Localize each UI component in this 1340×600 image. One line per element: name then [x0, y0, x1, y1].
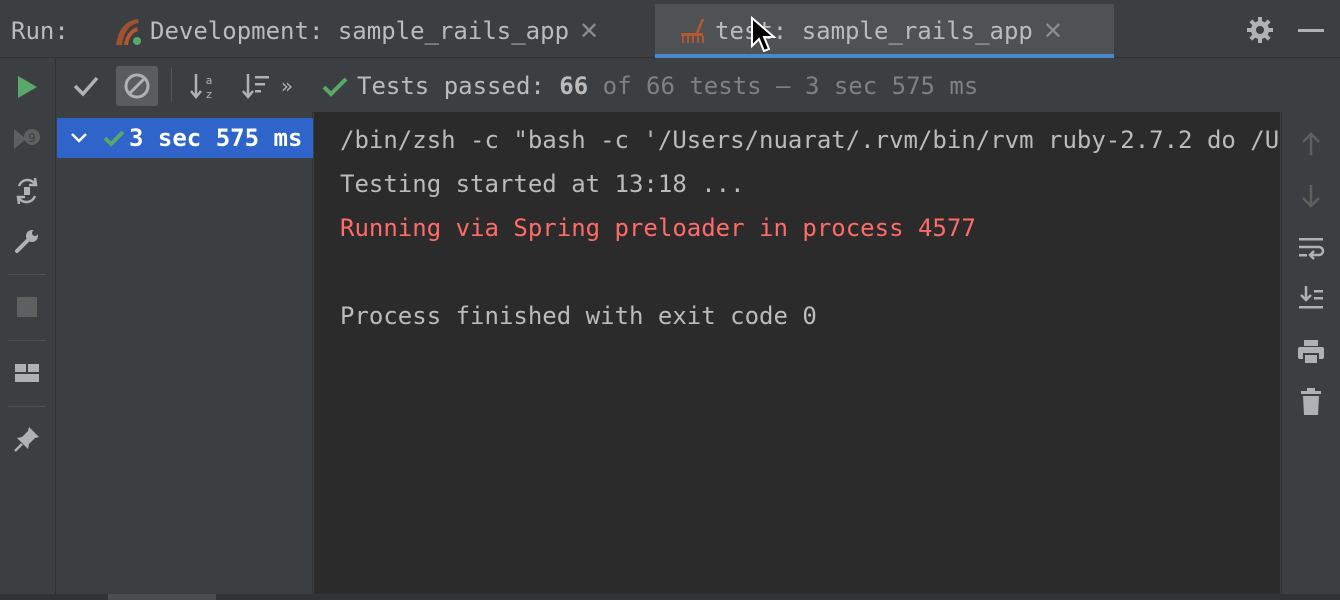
gear-icon[interactable] [1244, 14, 1276, 46]
console-line: /bin/zsh -c "bash -c '/Users/nuarat/.rvm… [340, 126, 1280, 154]
auto-rerun-icon [16, 177, 38, 205]
console-output[interactable]: /bin/zsh -c "bash -c '/Users/nuarat/.rvm… [314, 112, 1280, 600]
wrench-icon [15, 230, 38, 253]
pin-icon [14, 427, 39, 452]
toolbar-divider [8, 340, 46, 341]
ignored-icon [124, 73, 150, 99]
status-passed-label: Tests passed: [357, 72, 560, 100]
test-status: Tests passed: 66 of 66 tests – 3 sec 575… [357, 72, 978, 100]
tree-root-node[interactable]: 3 sec 575 ms [57, 118, 313, 158]
tab-development[interactable]: Development: sample_rails_app ✕ [108, 4, 654, 58]
print-icon [1298, 340, 1324, 365]
scroll-to-end-button[interactable] [1295, 282, 1327, 314]
console-line: Process finished with exit code 0 [340, 302, 817, 330]
console-line-error: Running via Spring preloader in process … [340, 214, 976, 242]
sort-alpha-icon: a z [190, 74, 213, 101]
chevron-down-icon[interactable] [69, 131, 89, 145]
test-toolbar: a z » Tests passed: 66 of 66 tests – 3 s… [57, 58, 1340, 112]
stop-button[interactable] [10, 290, 44, 324]
scroll-to-end-icon [1299, 286, 1323, 309]
trash-icon [1301, 388, 1321, 415]
stop-icon [17, 297, 37, 317]
check-icon [73, 76, 99, 97]
rerun-failed-icon: 9 [14, 129, 40, 149]
run-label: Run: [11, 17, 69, 45]
rerun-failed-button[interactable]: 9 [10, 122, 44, 156]
pin-tab-button[interactable] [10, 422, 44, 456]
passed-check-icon [103, 130, 125, 147]
print-button[interactable] [1295, 336, 1327, 368]
test-tree: 3 sec 575 ms [57, 112, 313, 600]
scrollbar-thumb[interactable] [108, 594, 216, 600]
more-actions-button[interactable]: » [273, 66, 301, 106]
status-summary: of 66 tests – 3 sec 575 ms [588, 72, 979, 100]
arrow-down-icon [1302, 185, 1320, 208]
bottom-scrollbar[interactable] [0, 594, 1340, 600]
tab-test[interactable]: test: sample_rails_app ✕ [655, 4, 1114, 58]
minimize-icon[interactable] [1298, 29, 1324, 32]
close-icon[interactable]: ✕ [579, 17, 599, 45]
sort-duration-icon [242, 74, 269, 99]
console-line: Testing started at 13:18 ... [340, 170, 745, 198]
tab-label: Development: sample_rails_app [150, 17, 570, 45]
previous-occurrence-button[interactable] [1295, 128, 1327, 160]
rails-icon [116, 19, 141, 45]
soft-wrap-button[interactable] [1295, 232, 1327, 264]
toolbar-divider [8, 274, 46, 275]
rerun-button[interactable] [10, 70, 44, 104]
chevron-right-double-icon: » [280, 74, 294, 98]
edit-configuration-button[interactable] [10, 224, 44, 258]
toggle-auto-test-button[interactable] [10, 174, 44, 208]
show-passed-button[interactable] [65, 66, 107, 106]
clear-all-button[interactable] [1295, 386, 1327, 418]
tree-root-label: 3 sec 575 ms [129, 124, 303, 152]
rake-icon [681, 18, 705, 43]
restore-layout-button[interactable] [10, 356, 44, 390]
next-occurrence-button[interactable] [1295, 180, 1327, 212]
left-toolbar: 9 [0, 58, 56, 600]
play-icon [18, 76, 37, 98]
show-ignored-button[interactable] [116, 66, 158, 106]
sort-alphabetically-button[interactable]: a z [183, 66, 225, 106]
toolbar-divider [171, 68, 172, 102]
layout-icon [15, 364, 39, 382]
arrow-up-icon [1302, 132, 1320, 155]
right-toolbar [1281, 112, 1340, 600]
soft-wrap-icon [1299, 238, 1325, 260]
passed-check-icon [322, 77, 348, 97]
sort-by-duration-button[interactable] [235, 66, 277, 106]
close-icon[interactable]: ✕ [1043, 17, 1063, 45]
svg-text:a: a [206, 74, 213, 87]
toolbar-divider [8, 406, 46, 407]
status-passed-count: 66 [559, 72, 589, 100]
run-tab-bar: Run: Development: sample_rails_app ✕ tes… [0, 0, 1340, 58]
mouse-cursor-icon [751, 16, 777, 53]
svg-text:9: 9 [28, 131, 36, 145]
svg-text:z: z [206, 88, 212, 101]
